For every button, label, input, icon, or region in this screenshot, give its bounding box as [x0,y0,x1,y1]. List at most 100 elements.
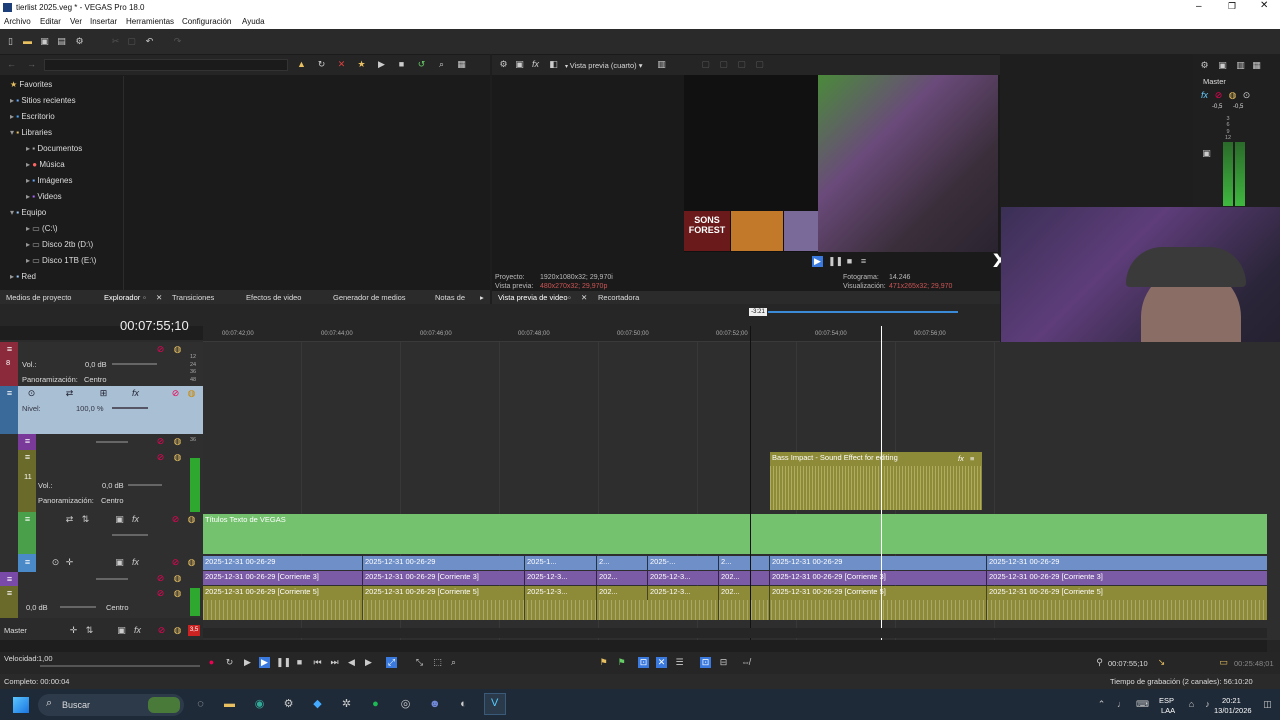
taskbar-search[interactable]: ⌕ Buscar [38,694,184,716]
app-icon-gear[interactable]: ✲ [341,699,352,710]
stop-preview-icon[interactable]: ■ [396,59,407,70]
level-slider[interactable] [112,407,148,409]
record-icon[interactable]: ● [206,657,217,668]
undo-icon[interactable]: ↶ [144,36,155,47]
region-icon[interactable]: ⚑ [616,657,627,668]
solo-icon[interactable]: ◍ [186,514,197,525]
mute-icon[interactable]: ⊘ [155,436,166,447]
pan-crop-icon[interactable]: ⇄ [64,514,75,525]
track-header-2[interactable]: ≡ ⊙ ⇄ ⊞ fx ⊘ ◍ Nivel: 100,0 % [0,386,203,434]
split-screen-icon[interactable]: ◧ [548,59,559,70]
pause-icon[interactable]: ❚❚ [828,256,843,267]
fx-icon[interactable]: fx [130,557,141,568]
composite-icon[interactable]: ⊞ [98,388,109,399]
mic-icon[interactable]: ♩ [1116,699,1127,710]
preview-quality-select[interactable]: ▾ Vista previa (cuarto) ▾ [565,61,643,70]
audio-clip[interactable]: 2025-12-31 00-26-29 [Corriente 3] [203,571,361,585]
play-from-start-icon[interactable]: ▶ [242,657,253,668]
vol-slider[interactable] [112,363,157,365]
tree-drive-c[interactable]: ▸ ▭ (C:\) [26,224,58,233]
mute-icon[interactable]: ⊘ [155,573,166,584]
up-folder-icon[interactable]: ▲ [296,59,307,70]
track-header-5[interactable]: ≡ ⇄ ⇅ ▣ fx ⊘ ◍ [0,512,203,554]
network-icon[interactable]: ⌂ [1186,699,1197,710]
mute-icon[interactable]: ⊘ [155,344,166,355]
master-mixer-icon[interactable]: ▦ [1251,60,1262,71]
fx-icon[interactable]: fx [130,514,141,525]
track-menu-icon[interactable]: ≡ [4,588,15,599]
lang-primary[interactable]: ESP [1159,696,1174,705]
track-menu-icon[interactable]: ≡ [4,574,15,585]
master-automation-icon[interactable]: ⊙ [1241,90,1252,101]
clip-bass-impact[interactable]: Bass Impact - Sound Effect for editing f… [770,452,982,510]
track-menu-icon[interactable]: ≡ [4,388,15,399]
tree-music[interactable]: ▸ ● Música [26,160,65,169]
save-snapshot-icon[interactable]: ▢ [718,59,729,70]
vol-slider[interactable] [96,578,128,580]
tab-media-generators[interactable]: Generador de medios [333,293,406,302]
master-lr-icon[interactable]: ▣ [1201,148,1212,159]
master-solo-icon[interactable]: ◍ [1227,90,1238,101]
pause-icon[interactable]: ❚❚ [276,657,291,668]
ignore-grouping-icon[interactable]: ⊟ [718,657,729,668]
tab-video-preview[interactable]: Vista previa de video [498,293,568,302]
maximize-icon[interactable]: ❐ [1228,1,1236,12]
back-arrow-icon[interactable]: ← [6,59,17,70]
tab-scroll-right-icon[interactable]: ▸ [480,293,484,302]
menu-insertar[interactable]: Insertar [90,17,117,26]
tray-chevron-icon[interactable]: ⌃ [1096,699,1107,710]
split-icon[interactable]: ⇎ [740,657,751,668]
video-clip[interactable]: 2025-12-31 00-26-29 [203,556,361,570]
master-mute-icon[interactable]: ⊘ [1213,90,1224,101]
marker-icon[interactable]: ⚑ [598,657,609,668]
clock-time[interactable]: 20:21 [1222,696,1241,705]
menu-ver[interactable]: Ver [70,17,82,26]
master-props-icon[interactable]: ⚙ [1199,60,1210,71]
save-as-icon[interactable]: ▤ [56,36,67,47]
favorite-star-icon[interactable]: ★ [356,59,367,70]
path-dropdown[interactable] [44,59,288,71]
lang-secondary[interactable]: LAA [1161,706,1175,715]
taskview-icon[interactable]: ◌ [195,699,206,710]
audio-clip[interactable]: 2025-12-31 00-26-29 [Corriente 3] [769,571,985,585]
video-clip[interactable]: 2025-12-31 00-26-29 [986,556,1267,570]
lock-envelopes-icon[interactable]: ⊡ [700,657,711,668]
track-menu-icon[interactable]: ≡ [22,436,33,447]
go-end-icon[interactable]: ⏭ [329,657,340,668]
envelope-tool-icon[interactable]: ⤡ [414,657,425,668]
master-solo-icon[interactable]: ◍ [172,625,183,636]
loop-marker[interactable]: -3:21 [749,308,767,316]
menu-archivo[interactable]: Archivo [4,17,31,26]
play-icon[interactable]: ▶ [259,657,270,668]
clip-fx-icon[interactable]: fx [958,453,964,465]
notifications-icon[interactable]: ◫ [1262,699,1273,710]
tree-recent[interactable]: ▸ ▪ Sitios recientes [10,96,76,105]
audio-clip[interactable]: 202... [718,571,768,585]
minimize-icon[interactable]: – [1196,1,1202,12]
mute-icon[interactable]: ⊘ [170,514,181,525]
grid-icon[interactable]: ▢ [754,59,765,70]
views-icon[interactable]: ▦ [456,59,467,70]
speed-slider[interactable] [40,665,200,667]
snapping-icon[interactable]: ⊡ [638,657,649,668]
tree-images[interactable]: ▸ ▪ Imágenes [26,176,72,185]
video-clip[interactable]: 2... [596,556,646,570]
audio-clip[interactable]: 2025-12-3... [647,571,717,585]
mute-icon[interactable]: ⊘ [170,388,181,399]
track-slider[interactable] [96,441,128,443]
next-frame-icon[interactable]: ▶ [363,657,374,668]
tree-videos[interactable]: ▸ ▪ Videos [26,192,62,201]
tab-close-icon[interactable]: ✕ [581,293,587,302]
refresh-icon[interactable]: ↻ [316,59,327,70]
auto-preview-icon[interactable]: ↺ [416,59,427,70]
cut-icon[interactable]: ✂ [110,36,121,47]
menu-configuracion[interactable]: Configuración [182,17,231,26]
zoom-tool-icon[interactable]: ⌕ [448,657,459,668]
tree-computer[interactable]: ▾ ▪ Equipo [10,208,46,217]
track-header-8[interactable]: ≡ 0,0 dB Centro ⊘ ◍ [0,586,203,618]
tab-trimmer[interactable]: Recortadora [598,293,639,302]
track-menu-icon[interactable]: ≡ [4,344,15,355]
solo-icon[interactable]: ◍ [172,573,183,584]
tab-transitions[interactable]: Transiciones [172,293,214,302]
video-clip[interactable]: 2025-12-31 00-26-29 [769,556,985,570]
